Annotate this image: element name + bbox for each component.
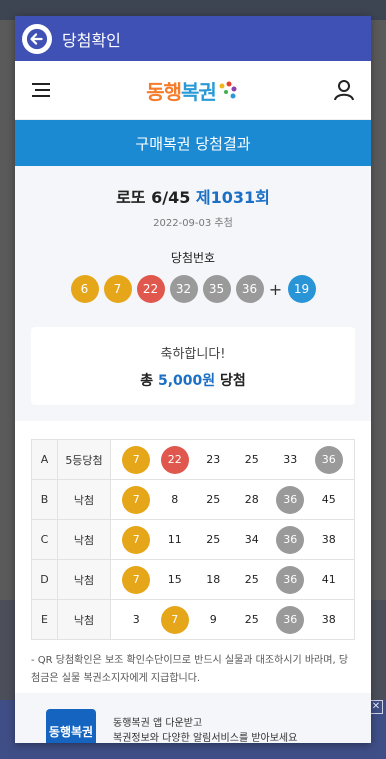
ticket-row: B 낙첨 7 8 25 28 36 45 [31, 479, 355, 520]
ticket-number: 38 [321, 613, 336, 626]
ticket-table: A 5등당첨 7 22 23 25 33 36 B 낙첨 7 8 25 28 36 45 C 낙첨 7 11 25 34 3… [31, 439, 355, 640]
dialog-title: 당첨확인 [62, 30, 121, 50]
ticket-status: 낙첨 [57, 599, 111, 640]
winning-ball: 32 [169, 275, 198, 303]
ticket-number: 36 [276, 565, 305, 594]
ticket-number: 7 [122, 445, 151, 474]
ticket-row: C 낙첨 7 11 25 34 36 38 [31, 519, 355, 560]
ticket-number: 22 [160, 445, 189, 474]
ticket-status: 낙첨 [57, 479, 111, 520]
ticket-numbers: 7 15 18 25 36 41 [110, 559, 355, 600]
ticket-number: 36 [276, 605, 305, 634]
ticket-number: 25 [244, 453, 259, 466]
logo-text-part1: 동행 [146, 79, 182, 104]
back-button[interactable] [22, 23, 52, 54]
winning-ball: 6 [70, 275, 99, 303]
qr-notice: - QR 당첨확인은 보조 확인수단이므로 반드시 실물과 대조하시기 바라며,… [31, 655, 349, 684]
draw-round: 제1031회 [195, 188, 270, 207]
ticket-number: 7 [122, 565, 151, 594]
ticket-numbers: 3 7 9 25 36 38 [110, 599, 355, 640]
result-banner: 구매복권 당첨결과 [15, 120, 371, 166]
ticket-slot: A [31, 439, 58, 480]
ticket-number: 7 [122, 485, 151, 514]
ticket-number: 7 [122, 525, 151, 554]
winning-ball: 22 [136, 275, 165, 303]
ticket-row: A 5등당첨 7 22 23 25 33 36 [31, 439, 355, 480]
ticket-numbers: 7 22 23 25 33 36 [110, 439, 355, 480]
site-logo[interactable]: 동행복권 [146, 76, 238, 105]
winning-numbers-label: 당첨번호 [170, 251, 216, 265]
ticket-number: 15 [167, 573, 182, 586]
ticket-number: 3 [132, 613, 140, 626]
promo-text: 동행복권 앱 다운받고 복권정보와 다양한 알림서비스를 받아보세요 [113, 709, 297, 743]
ticket-status: 낙첨 [57, 519, 111, 560]
app-promo[interactable]: 동행복권 동행복권 앱 다운받고 복권정보와 다양한 알림서비스를 받아보세요 [15, 693, 371, 743]
draw-summary: 로또 6/45 제1031회 2022-09-03 추첨 당첨번호 6 7 22 32… [15, 166, 371, 421]
ticket-number: 41 [321, 573, 336, 586]
ticket-slot: E [31, 599, 58, 640]
winning-numbers: 6 7 22 32 35 36 +19 [31, 275, 355, 303]
draw-date: 2022-09-03 추첨 [153, 218, 233, 229]
ticket-number: 25 [244, 613, 259, 626]
congrats-card: 축하합니다! 총 5,000원 당첨 [31, 327, 355, 405]
ticket-status: 5등당첨 [57, 439, 111, 480]
ticket-number: 9 [209, 613, 217, 626]
ticket-number: 36 [314, 445, 343, 474]
ticket-number: 33 [283, 453, 298, 466]
ticket-slot: B [31, 479, 58, 520]
ticket-number: 25 [206, 533, 221, 546]
ticket-numbers: 7 11 25 34 36 38 [110, 519, 355, 560]
winning-ball: 7 [103, 275, 132, 303]
ticket-status: 낙첨 [57, 559, 111, 600]
ticket-number: 38 [321, 533, 336, 546]
prize-amount: 5,000원 [157, 372, 216, 389]
user-icon[interactable] [333, 79, 355, 101]
congrats-message: 축하합니다! [160, 346, 226, 362]
ticket-row: E 낙첨 3 7 9 25 36 38 [31, 599, 355, 640]
bonus-ball: 19 [287, 275, 316, 303]
ticket-number: 8 [171, 493, 179, 506]
banner-title: 구매복권 당첨결과 [135, 134, 251, 153]
arrow-left-icon [26, 28, 48, 49]
ticket-number: 28 [244, 493, 259, 506]
site-header: 동행복권 [15, 61, 371, 120]
winning-ball: 35 [202, 275, 231, 303]
draw-title: 로또 6/45 제1031회 [31, 184, 355, 208]
ticket-number: 45 [321, 493, 336, 506]
prize-suffix: 당첨 [220, 372, 246, 389]
logo-text-part2: 복권 [181, 79, 217, 104]
ticket-number: 11 [167, 533, 182, 546]
ticket-row: D 낙첨 7 15 18 25 36 41 [31, 559, 355, 600]
menu-icon[interactable] [31, 82, 51, 98]
ticket-number: 36 [276, 525, 305, 554]
dialog-header: 당첨확인 [15, 16, 371, 61]
ticket-number: 7 [160, 605, 189, 634]
logo-burst-icon [219, 81, 237, 98]
promo-line2: 복권정보와 다양한 알림서비스를 받아보세요 [113, 733, 298, 743]
ticket-slot: C [31, 519, 58, 560]
prize-prefix: 총 [140, 372, 154, 389]
ticket-numbers: 7 8 25 28 36 45 [110, 479, 355, 520]
game-name: 로또 6/45 [116, 188, 191, 207]
prize-total: 총 5,000원 당첨 [140, 370, 246, 390]
bonus-plus: + [268, 279, 283, 299]
ticket-number: 23 [206, 453, 221, 466]
ticket-slot: D [31, 559, 58, 600]
result-dialog: 당첨확인 동행복권 구매복권 당첨결과 로또 6/45 제1031회 2022-… [15, 16, 371, 743]
ticket-number: 25 [206, 493, 221, 506]
ad-close-button[interactable]: ✕ [369, 700, 383, 714]
ticket-number: 34 [244, 533, 259, 546]
ticket-number: 25 [244, 573, 259, 586]
app-icon: 동행복권 [46, 709, 96, 743]
ticket-results: A 5등당첨 7 22 23 25 33 36 B 낙첨 7 8 25 28 36 45 C 낙첨 7 11 25 34 3… [15, 421, 371, 640]
ticket-number: 36 [276, 485, 305, 514]
promo-line1: 동행복권 앱 다운받고 [113, 718, 203, 729]
winning-ball: 36 [235, 275, 264, 303]
ticket-number: 18 [206, 573, 221, 586]
